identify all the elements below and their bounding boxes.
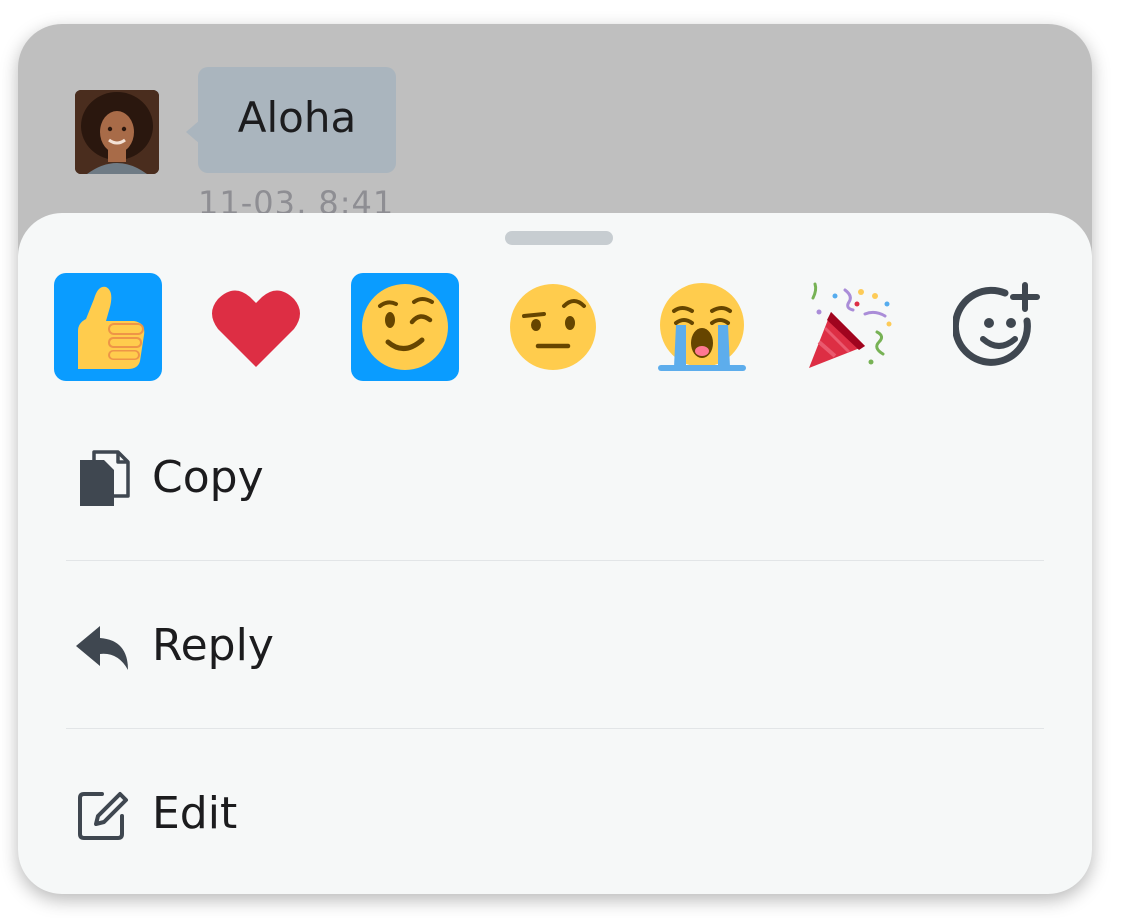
reaction-thumbs-up[interactable] — [54, 273, 162, 381]
menu-label-copy: Copy — [152, 452, 264, 503]
winking-face-icon — [362, 284, 448, 370]
menu-label-edit: Edit — [152, 788, 238, 839]
menu-item-edit[interactable]: Edit — [66, 754, 1044, 874]
heart-icon — [212, 290, 300, 367]
crying-face-icon — [658, 283, 746, 371]
edit-icon — [78, 792, 128, 840]
reaction-add-button[interactable] — [945, 273, 1053, 381]
raised-eyebrow-face-icon — [510, 284, 596, 370]
message-text: Aloha — [237, 93, 357, 142]
sheet-drag-handle[interactable] — [505, 231, 613, 245]
menu-item-reply[interactable]: Reply — [66, 586, 1044, 706]
add-reaction-icon — [953, 282, 1040, 366]
party-popper-icon — [809, 282, 892, 368]
menu-divider — [66, 560, 1044, 561]
reply-icon — [76, 626, 128, 670]
menu-label-reply: Reply — [152, 620, 274, 671]
reaction-party-popper[interactable] — [796, 273, 904, 381]
menu-divider — [66, 728, 1044, 729]
thumbs-up-icon — [78, 286, 145, 369]
reaction-raised-eyebrow[interactable] — [499, 273, 607, 381]
copy-icon — [80, 450, 130, 506]
avatar[interactable] — [75, 90, 159, 174]
reaction-loudly-crying-face[interactable] — [648, 273, 756, 381]
chat-screen: Aloha 11-03, 8:41 Copy Reply Edit — [18, 24, 1092, 894]
user-avatar-icon — [75, 90, 159, 174]
reaction-red-heart[interactable] — [202, 273, 310, 381]
message-bubble[interactable]: Aloha — [198, 67, 396, 173]
action-sheet: Copy Reply Edit — [18, 213, 1092, 894]
reaction-winking-face[interactable] — [351, 273, 459, 381]
menu-item-copy[interactable]: Copy — [66, 418, 1044, 538]
